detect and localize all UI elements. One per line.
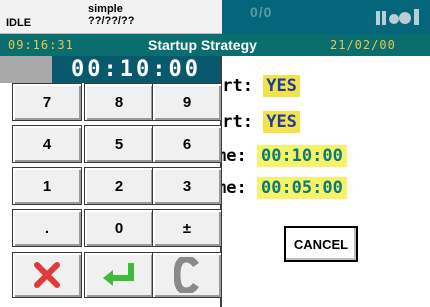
key-9[interactable]: 9 bbox=[152, 83, 222, 121]
form-row-1-value[interactable]: YES bbox=[263, 75, 300, 97]
clock: 09:16:31 bbox=[8, 38, 74, 52]
cancel-button[interactable]: CANCEL bbox=[284, 226, 358, 262]
key-4[interactable]: 4 bbox=[12, 125, 82, 163]
batch-counter: 0/0 bbox=[250, 4, 273, 20]
key-6[interactable]: 6 bbox=[152, 125, 222, 163]
key-0[interactable]: 0 bbox=[84, 209, 154, 247]
keypad-display-cursor bbox=[0, 56, 52, 83]
status-bar: IDLE simple ??/??/?? 0/0 bbox=[0, 0, 430, 34]
keypad-cancel-button[interactable] bbox=[12, 252, 82, 298]
keypad-enter-button[interactable] bbox=[84, 252, 154, 298]
form-row-3-value[interactable]: 00:10:00 bbox=[256, 145, 347, 167]
key-plus-minus[interactable]: ± bbox=[152, 209, 222, 247]
form-row-3: me: 00:10:00 bbox=[216, 145, 347, 167]
page-title: Startup Strategy bbox=[148, 37, 257, 53]
key-2[interactable]: 2 bbox=[84, 167, 154, 205]
form-row-1: art: YES bbox=[212, 75, 300, 97]
date: 21/02/00 bbox=[330, 38, 396, 52]
key-decimal[interactable]: . bbox=[12, 209, 82, 247]
enter-arrow-icon bbox=[103, 263, 134, 286]
form-row-4-value[interactable]: 00:05:00 bbox=[256, 177, 347, 199]
signal-bars-icon bbox=[376, 9, 419, 25]
clear-c-icon bbox=[174, 257, 199, 293]
key-3[interactable]: 3 bbox=[152, 167, 222, 205]
program-step: ??/??/?? bbox=[88, 15, 135, 27]
cancel-x-icon bbox=[34, 262, 60, 288]
keypad-display: 00:10:00 bbox=[52, 56, 220, 83]
mode-label: IDLE bbox=[6, 17, 32, 29]
keypad-clear-button[interactable] bbox=[152, 252, 222, 298]
key-5[interactable]: 5 bbox=[84, 125, 154, 163]
form-row-4: me: 00:05:00 bbox=[216, 177, 347, 199]
program-name: simple bbox=[88, 3, 123, 15]
key-1[interactable]: 1 bbox=[12, 167, 82, 205]
key-8[interactable]: 8 bbox=[84, 83, 154, 121]
form-row-2: art: YES bbox=[212, 111, 300, 133]
form-row-2-value[interactable]: YES bbox=[263, 111, 300, 133]
key-7[interactable]: 7 bbox=[12, 83, 82, 121]
